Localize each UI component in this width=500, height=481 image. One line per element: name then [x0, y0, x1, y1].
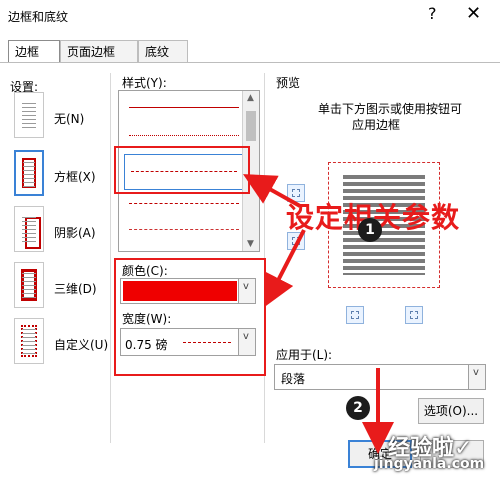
- arrow-to-color: [264, 229, 306, 308]
- annotation-arrows: [243, 174, 394, 454]
- watermark-url: jingyanla.com: [374, 456, 485, 472]
- arrow-to-style: [243, 174, 301, 208]
